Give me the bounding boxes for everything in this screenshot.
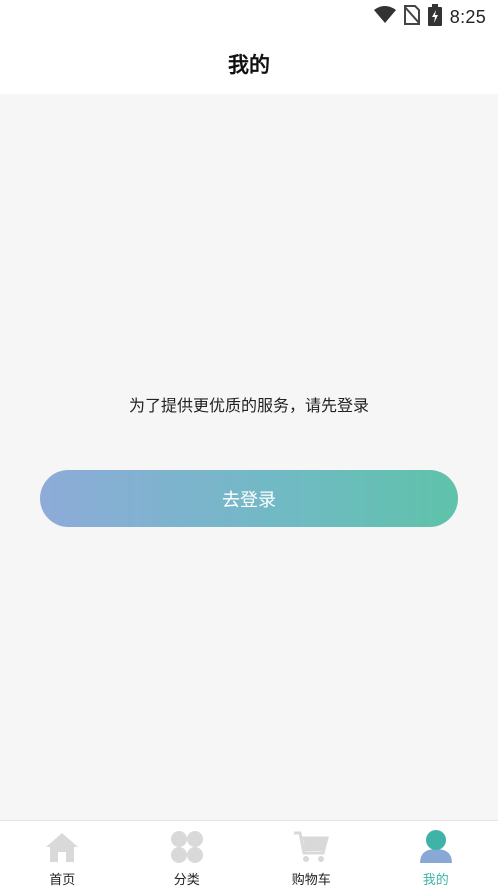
tab-profile-label: 我的 <box>423 869 449 888</box>
header: 我的 <box>0 34 498 94</box>
home-icon <box>44 829 80 865</box>
wifi-icon <box>374 6 396 28</box>
tab-cart[interactable]: 购物车 <box>249 821 374 891</box>
status-bar: 8:25 <box>0 0 498 34</box>
battery-charging-icon <box>428 4 442 30</box>
profile-icon <box>418 829 454 865</box>
no-sim-icon <box>404 5 420 29</box>
tab-category[interactable]: 分类 <box>125 821 250 891</box>
tab-profile[interactable]: 我的 <box>374 821 498 891</box>
bottom-tab-bar: 首页 分类 购物车 <box>0 820 498 891</box>
tab-home[interactable]: 首页 <box>0 821 125 891</box>
tab-home-label: 首页 <box>49 869 75 888</box>
login-prompt-text: 为了提供更优质的服务，请先登录 <box>0 392 498 416</box>
category-icon <box>169 829 205 865</box>
login-button[interactable]: 去登录 <box>40 470 458 527</box>
page-title: 我的 <box>228 49 270 79</box>
main-content: 为了提供更优质的服务，请先登录 去登录 <box>0 94 498 820</box>
status-icons: 8:25 <box>374 6 486 28</box>
tab-category-label: 分类 <box>174 869 200 888</box>
cart-icon <box>293 829 329 865</box>
status-time: 8:25 <box>450 7 486 28</box>
tab-cart-label: 购物车 <box>292 869 331 888</box>
